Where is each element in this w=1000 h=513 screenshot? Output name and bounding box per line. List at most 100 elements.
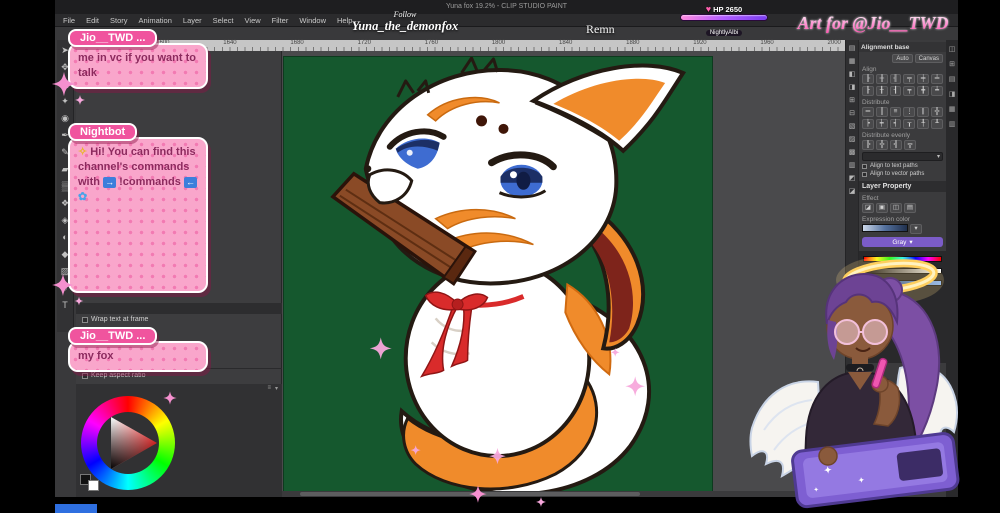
align-left-button[interactable]: ╟ (862, 74, 874, 84)
edge-icon-5[interactable]: ▦ (949, 105, 956, 113)
alignment-base-select[interactable]: ▾ (862, 152, 943, 161)
align-edge-center-button[interactable]: ╂ (875, 86, 888, 96)
dock-icon-1[interactable]: ▤ (849, 44, 856, 52)
distribute-bottom-button[interactable]: ┸ (931, 119, 943, 129)
keep-aspect-checkbox[interactable]: Keep aspect ratio (82, 372, 145, 379)
distribute-buttons-row1: ═ ║ ≡ ⋮ ∥ ╬ (862, 107, 943, 117)
align-buttons-row1: ╟ ╫ ╢ ╤ ╪ ╧ (862, 74, 943, 84)
wrap-text-checkbox-box[interactable] (82, 316, 88, 323)
even-v-button[interactable]: ╣ (890, 140, 902, 150)
dock-icon-10[interactable]: ▥ (849, 161, 856, 169)
edge-icon-6[interactable]: ▥ (949, 120, 956, 128)
expression-color-value: Gray (892, 238, 907, 246)
distribute-gap-h-button[interactable]: ∥ (917, 107, 930, 117)
sparkle-decoration-bottom2 (536, 497, 546, 507)
distribute-rows-button[interactable]: ≡ (889, 107, 902, 117)
dock-icon-11[interactable]: ◩ (849, 174, 856, 182)
edge-icon-2[interactable]: ⊞ (949, 60, 955, 68)
expression-color-select[interactable]: Gray ▾ (862, 237, 943, 247)
align-vector-paths-checkbox[interactable]: Align to vector paths (862, 171, 943, 177)
chat-author-2: Nightbot (68, 123, 138, 141)
dock-icon-12[interactable]: ◪ (849, 187, 856, 195)
even-h-button[interactable]: ╠ (862, 140, 874, 150)
edge-icon-4[interactable]: ◨ (949, 90, 956, 98)
auto-tab[interactable]: Auto (892, 54, 913, 63)
sparkle-emoji: ✧ (78, 146, 88, 158)
dock-icon-8[interactable]: ▨ (849, 135, 856, 143)
streamer-name: Yuna_the_demonfox (351, 19, 459, 33)
canvas-tab[interactable]: Canvas (914, 54, 943, 63)
distribute-right-button[interactable]: ┥ (889, 119, 902, 129)
extract-line-effect-button[interactable]: ▤ (904, 203, 916, 213)
align-section-label: Align (862, 66, 877, 73)
guest-name: Remn (586, 22, 615, 36)
even-grid-button[interactable]: ╦ (904, 140, 916, 150)
distribute-top-button[interactable]: ┰ (903, 119, 916, 129)
dock-icon-5[interactable]: ⊞ (849, 96, 855, 104)
dock-icon-4[interactable]: ◨ (849, 83, 856, 91)
menu-layer[interactable]: Layer (183, 16, 202, 25)
distribute-middle-button[interactable]: ╀ (917, 119, 930, 129)
vtuber-avatar (749, 256, 960, 509)
tone-effect-button[interactable]: ▣ (876, 203, 888, 213)
wrap-text-checkbox[interactable]: Wrap text at frame (82, 316, 148, 323)
align-text-paths-label: Align to text paths (870, 163, 918, 169)
fox-artwork (330, 56, 687, 497)
dock-icon-9[interactable]: ▩ (849, 148, 856, 156)
distribute-h-button[interactable]: ═ (862, 107, 874, 117)
align-middle-button[interactable]: ╪ (917, 74, 930, 84)
distribute-gap-v-button[interactable]: ╬ (931, 107, 943, 117)
menu-animation[interactable]: Animation (139, 16, 172, 25)
menu-select[interactable]: Select (213, 16, 234, 25)
menu-story[interactable]: Story (110, 16, 128, 25)
align-edge-top-button[interactable]: ┯ (903, 86, 916, 96)
color-panel-menu-icon[interactable]: ≡ (267, 385, 271, 394)
color-panel-collapse-icon[interactable]: ▾ (275, 385, 278, 394)
alignment-base-caret-icon: ▾ (936, 154, 940, 160)
align-edge-bottom-button[interactable]: ┷ (931, 86, 943, 96)
keep-aspect-checkbox-box[interactable] (82, 372, 88, 379)
alignment-base-tabs: Auto Canvas (862, 54, 943, 63)
distribute-left-button[interactable]: ┝ (862, 119, 874, 129)
align-edge-middle-button[interactable]: ╋ (917, 86, 930, 96)
window-titlebar: Yuna fox 19.2% - CLIP STUDIO PAINT (55, 0, 958, 14)
align-center-h-button[interactable]: ╫ (875, 74, 888, 84)
dock-icon-3[interactable]: ◧ (849, 70, 856, 78)
align-text-paths-box[interactable] (862, 163, 867, 169)
align-top-button[interactable]: ╤ (903, 74, 916, 84)
follow-label: Follow (393, 10, 417, 19)
distribute-cols-button[interactable]: ⋮ (903, 107, 916, 117)
dock-icon-2[interactable]: ▦ (849, 57, 856, 65)
align-right-button[interactable]: ╢ (889, 74, 902, 84)
layer-color-effect-button[interactable]: ◫ (890, 203, 902, 213)
taskbar-chip (55, 504, 97, 513)
distribute-evenly-label: Distribute evenly (862, 132, 911, 139)
align-edge-left-button[interactable]: ┠ (862, 86, 874, 96)
align-vector-paths-box[interactable] (862, 171, 867, 177)
border-effect-button[interactable]: ◪ (862, 203, 874, 213)
distribute-v-button[interactable]: ║ (875, 107, 888, 117)
align-edge-right-button[interactable]: ┨ (889, 86, 902, 96)
dock-icon-7[interactable]: ▧ (849, 122, 856, 130)
edge-icon-1[interactable]: ◫ (949, 45, 956, 53)
effect-label: Effect (862, 195, 879, 202)
expression-color-preview (862, 224, 908, 232)
dock-icon-6[interactable]: ⊟ (849, 109, 855, 117)
menu-file[interactable]: File (63, 16, 75, 25)
menu-edit[interactable]: Edit (86, 16, 99, 25)
expression-color-caret[interactable]: ▾ (910, 224, 922, 234)
distribute-evenly-row: ╠ ╬ ╣ ╦ (862, 140, 943, 150)
distribute-center-button[interactable]: ┿ (875, 119, 888, 129)
align-text-paths-checkbox[interactable]: Align to text paths (862, 163, 943, 169)
menu-view[interactable]: View (245, 16, 261, 25)
edge-icon-3[interactable]: ▤ (949, 75, 956, 83)
drawing-canvas[interactable] (284, 56, 712, 497)
sub-color-swatch[interactable] (88, 480, 99, 491)
chat-command-text: !commands (119, 175, 181, 188)
even-both-button[interactable]: ╬ (876, 140, 888, 150)
menu-filter[interactable]: Filter (272, 16, 289, 25)
window-title: Yuna fox 19.2% - CLIP STUDIO PAINT (445, 3, 568, 10)
chat-author-3: Jio__TWD ... (68, 327, 158, 345)
align-bottom-button[interactable]: ╧ (931, 74, 943, 84)
arrow-left-emoji: ← (183, 176, 197, 188)
